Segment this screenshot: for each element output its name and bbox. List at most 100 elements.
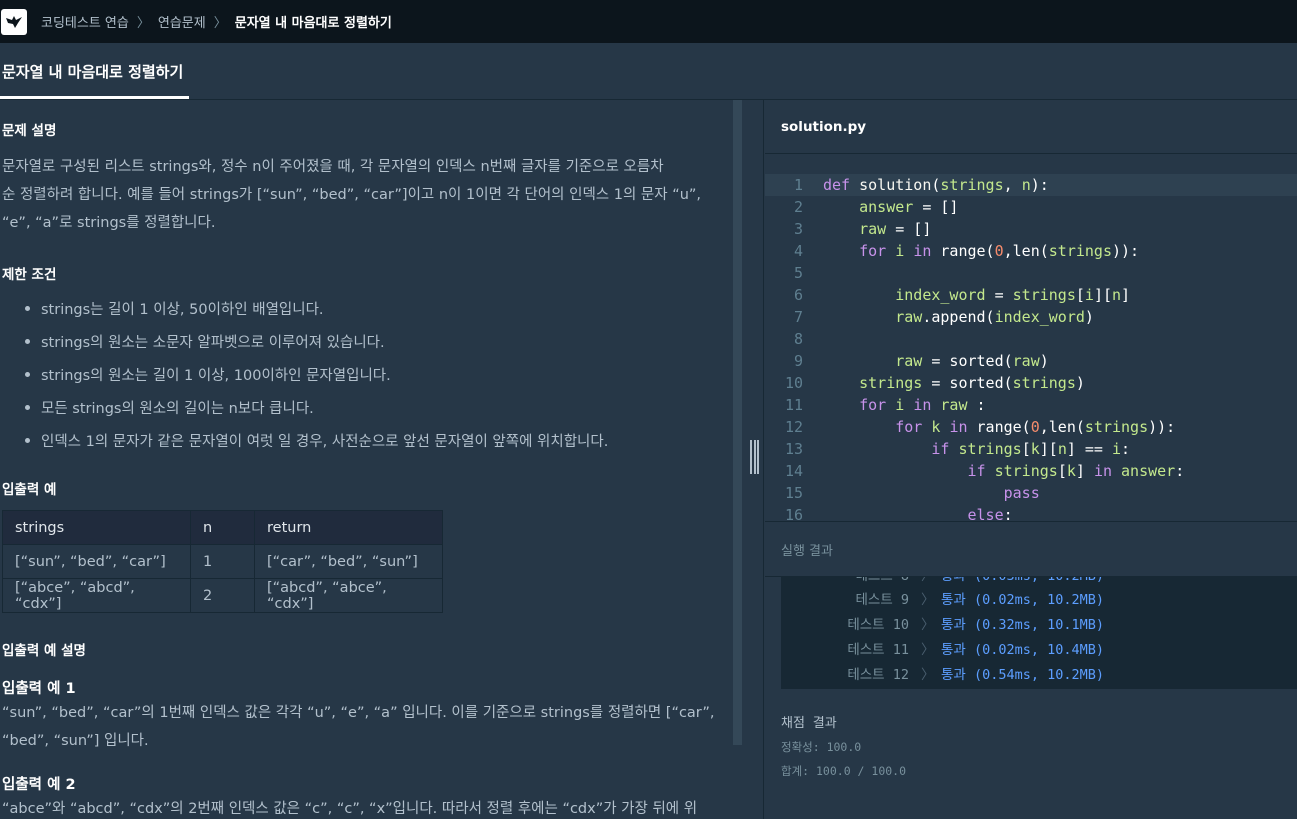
description-line: 문자열로 구성된 리스트 strings와, 정수 n이 주어졌을 때, 각 문…	[2, 159, 664, 175]
code-line[interactable]: 11 for i in raw :	[765, 394, 1297, 416]
table-cell: 1	[190, 544, 255, 579]
code-line[interactable]: 10 strings = sorted(strings)	[765, 372, 1297, 394]
code-line[interactable]: 8	[765, 328, 1297, 350]
drag-handle-icon[interactable]	[750, 440, 759, 474]
editor-filename: solution.py	[781, 119, 867, 135]
chevron-right-icon: 〉	[921, 667, 935, 683]
line-number: 7	[793, 308, 803, 326]
line-number: 16	[784, 506, 803, 521]
top-nav: 코딩테스트 연습 〉 연습문제 〉 문자열 내 마음대로 정렬하기	[0, 0, 1297, 43]
line-number: 3	[793, 220, 803, 238]
test-name: 테스트 9	[855, 592, 909, 608]
table-header: strings	[2, 510, 191, 545]
test-row: 테스트 11 〉 통과 (0.02ms, 10.4MB)	[781, 638, 1297, 663]
tab-bar: 문자열 내 마음대로 정렬하기	[0, 43, 1297, 100]
tab-problem-title[interactable]: 문자열 내 마음대로 정렬하기	[2, 61, 183, 82]
grade-accuracy: 정확성: 100.0	[781, 740, 862, 754]
code-line[interactable]: 2 answer = []	[765, 196, 1297, 218]
test-name: 테스트 11	[847, 642, 909, 658]
test-row: 테스트 12 〉 통과 (0.54ms, 10.2MB)	[781, 663, 1297, 688]
test-result: 통과 (0.02ms, 10.4MB)	[941, 642, 1105, 658]
example-1-text: “sun”, “bed”, “car”의 1번째 인덱스 값은 각각 “u”, …	[2, 699, 715, 755]
test-name: 테스트 12	[847, 667, 909, 683]
code-line[interactable]: 4 for i in range(0,len(strings)):	[765, 240, 1297, 262]
line-number: 11	[784, 396, 803, 414]
table-cell: [“car”, “bed”, “sun”]	[254, 544, 443, 579]
chevron-right-icon: 〉	[921, 642, 935, 658]
grade-title: 채점 결과	[781, 716, 837, 731]
line-number: 15	[784, 484, 803, 502]
breadcrumb-coding-test[interactable]: 코딩테스트 연습	[41, 12, 129, 31]
test-row: 테스트 9 〉 통과 (0.02ms, 10.2MB)	[781, 588, 1297, 613]
code-line[interactable]: 9 raw = sorted(raw)	[765, 350, 1297, 372]
panel-splitter[interactable]	[742, 100, 764, 819]
line-number: 2	[793, 198, 803, 216]
code-line[interactable]: 6 index_word = strings[i][n]	[765, 284, 1297, 306]
line-number: 4	[793, 242, 803, 260]
problem-panel: 문제 설명 문자열로 구성된 리스트 strings와, 정수 n이 주어졌을 …	[0, 100, 732, 819]
example-2-heading: 입출력 예 2	[2, 777, 76, 793]
description-heading: 문제 설명	[2, 123, 57, 139]
example-line: “sun”, “bed”, “car”의 1번째 인덱스 값은 각각 “u”, …	[2, 705, 715, 721]
io-example-heading: 입출력 예	[2, 482, 57, 498]
test-result: 통과 (0.54ms, 10.2MB)	[941, 667, 1105, 683]
grade-summary: 채점 결과 정확성: 100.0 합계: 100.0 / 100.0	[781, 712, 906, 779]
result-header: 실행 결과	[765, 521, 1297, 577]
table-cell: [“abcd”, “abce”, “cdx”]	[254, 578, 443, 613]
chevron-right-icon: 〉	[921, 617, 935, 633]
table-header: return	[254, 510, 443, 545]
list-item: strings의 원소는 소문자 알파벳으로 이루어져 있습니다.	[25, 331, 385, 352]
description-line: 순 정렬하려 합니다. 예를 들어 strings가 [“sun”, “bed”…	[2, 187, 702, 203]
breadcrumb-practice[interactable]: 연습문제	[158, 12, 206, 31]
chevron-right-icon: 〉	[213, 16, 227, 31]
line-number: 12	[784, 418, 803, 436]
code-line[interactable]: 13 if strings[k][n] == i:	[765, 438, 1297, 460]
line-number: 9	[793, 352, 803, 370]
test-name: 테스트 10	[847, 617, 909, 633]
example-2-text: “abce”와 “abcd”, “cdx”의 2번째 인덱스 값은 “c”, “…	[2, 801, 698, 817]
test-row: 테스트 10 〉 통과 (0.32ms, 10.1MB)	[781, 613, 1297, 638]
example-1-heading: 입출력 예 1	[2, 681, 76, 697]
breadcrumb-current: 문자열 내 마음대로 정렬하기	[234, 16, 392, 31]
tab-active-indicator	[0, 96, 189, 99]
scrollbar[interactable]	[733, 100, 742, 745]
line-number: 14	[784, 462, 803, 480]
code-editor[interactable]: 1 def solution(strings, n): 2 answer = []…	[765, 155, 1297, 521]
table-row: [“abce”, “abcd”, “cdx”] 2 [“abcd”, “abce…	[2, 578, 443, 613]
io-explanation-heading: 입출력 예 설명	[2, 643, 86, 659]
list-item: 인덱스 1의 문자가 같은 문자열이 여럿 일 경우, 사전순으로 앞선 문자열…	[24, 430, 608, 451]
chevron-right-icon: 〉	[136, 16, 150, 31]
code-line[interactable]: 14 if strings[k] in answer:	[765, 460, 1297, 482]
code-line[interactable]: 3 raw = []	[765, 218, 1297, 240]
table-cell: 2	[190, 578, 255, 613]
code-line[interactable]: 15 pass	[765, 482, 1297, 504]
test-result: 통과 (0.32ms, 10.1MB)	[941, 617, 1105, 633]
breadcrumb: 코딩테스트 연습 〉 연습문제 〉 문자열 내 마음대로 정렬하기	[41, 12, 392, 31]
code-line[interactable]: 16 else:	[765, 504, 1297, 521]
test-result: 통과 (0.02ms, 10.2MB)	[941, 592, 1105, 608]
table-header-row: strings n return	[2, 510, 443, 545]
code-line[interactable]: 1 def solution(strings, n):	[765, 174, 1297, 196]
line-number: 6	[793, 286, 803, 304]
description-text: 문자열로 구성된 리스트 strings와, 정수 n이 주어졌을 때, 각 문…	[2, 153, 701, 237]
code-line[interactable]: 7 raw.append(index_word)	[765, 306, 1297, 328]
line-number: 5	[793, 264, 803, 282]
constraints-heading: 제한 조건	[2, 267, 57, 283]
result-panel: 테스트 8〉통과 (0.03ms, 10.2MB) 테스트 9〉통과 (0.02…	[765, 577, 1297, 819]
line-number: 10	[784, 374, 803, 392]
result-title: 실행 결과	[781, 544, 833, 559]
table-cell: [“abce”, “abcd”, “cdx”]	[2, 578, 191, 613]
example-line: “bed”, “sun”] 입니다.	[2, 733, 149, 749]
chevron-right-icon: 〉	[921, 592, 935, 608]
io-example-table: strings n return [“sun”, “bed”, “car”] 1…	[2, 510, 443, 613]
test-results-box: 테스트 8〉통과 (0.03ms, 10.2MB) 테스트 9〉통과 (0.02…	[781, 577, 1297, 689]
line-number: 1	[793, 176, 803, 194]
grade-total: 합계: 100.0 / 100.0	[781, 764, 907, 778]
table-cell: [“sun”, “bed”, “car”]	[2, 544, 191, 579]
code-line[interactable]: 12 for k in range(0,len(strings)):	[765, 416, 1297, 438]
table-header: n	[190, 510, 255, 545]
editor-header: solution.py	[765, 100, 1297, 154]
description-line: “e”, “a”로 strings를 정렬합니다.	[2, 215, 216, 231]
logo-icon[interactable]	[1, 8, 27, 35]
code-line[interactable]: 5	[765, 262, 1297, 284]
